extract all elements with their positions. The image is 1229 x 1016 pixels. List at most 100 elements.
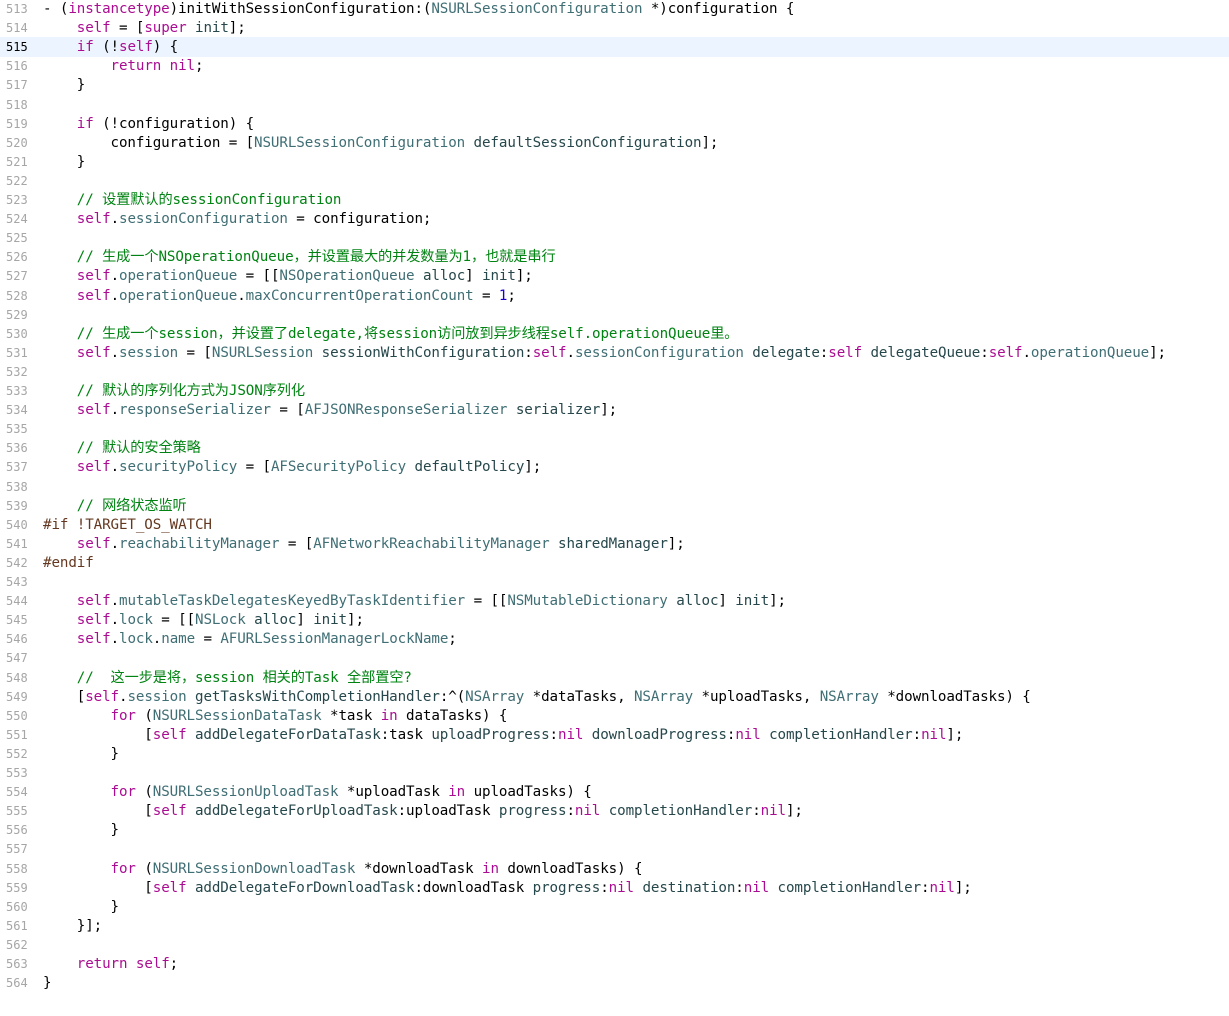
code-content: - (instancetype)initWithSessionConfigura… bbox=[43, 0, 794, 19]
code-line[interactable]: 535 bbox=[0, 419, 1229, 439]
code-line[interactable]: 553 bbox=[0, 763, 1229, 783]
code-line[interactable]: 522 bbox=[0, 171, 1229, 191]
method-token: alloc bbox=[676, 593, 719, 610]
line-number: 514 bbox=[6, 21, 28, 36]
code-line[interactable]: 564} bbox=[0, 973, 1229, 993]
keyword-token: for bbox=[110, 784, 136, 801]
code-line[interactable]: 556 } bbox=[0, 820, 1229, 840]
code-text: . bbox=[110, 459, 120, 476]
class-token: NSArray bbox=[819, 688, 879, 705]
code-line[interactable]: 552 } bbox=[0, 744, 1229, 764]
code-line[interactable]: 524 self.sessionConfiguration = configur… bbox=[0, 209, 1229, 229]
code-text: . bbox=[110, 211, 120, 228]
code-line[interactable]: 545 self.lock = [[NSLock alloc] init]; bbox=[0, 610, 1229, 630]
line-number: 532 bbox=[6, 364, 28, 379]
code-text: ]; bbox=[946, 726, 964, 743]
line-number: 550 bbox=[6, 708, 28, 723]
code-line[interactable]: 528 self.operationQueue.maxConcurrentOpe… bbox=[0, 286, 1229, 306]
code-line[interactable]: 540 #if !TARGET_OS_WATCH bbox=[0, 515, 1229, 535]
code-line[interactable]: 515 if (!self) { bbox=[0, 37, 1229, 58]
method-token: init bbox=[313, 612, 348, 629]
code-line[interactable]: 546 self.lock.name = AFURLSessionManager… bbox=[0, 629, 1229, 649]
code-text: ]; bbox=[954, 879, 972, 896]
code-line[interactable]: 550 for (NSURLSessionDataTask *task in d… bbox=[0, 706, 1229, 726]
code-text: = bbox=[195, 631, 221, 648]
property-token: session bbox=[119, 344, 179, 361]
code-text: . bbox=[110, 593, 120, 610]
line-number: 513 bbox=[6, 2, 28, 16]
code-line[interactable]: 539 // 网络状态监听 bbox=[0, 496, 1229, 516]
keyword-token: nil bbox=[921, 726, 947, 743]
code-text: *)configuration { bbox=[642, 1, 795, 17]
code-content: // 设置默认的sessionConfiguration bbox=[43, 190, 342, 210]
code-line[interactable]: 525 bbox=[0, 228, 1229, 248]
code-text: dataTasks) { bbox=[397, 707, 508, 724]
code-text: ]; bbox=[515, 268, 533, 285]
code-line[interactable]: 537 self.securityPolicy = [AFSecurityPol… bbox=[0, 457, 1229, 477]
code-line[interactable]: 516 return nil; bbox=[0, 56, 1229, 76]
code-editor[interactable]: 513 - (instancetype)initWithSessionConfig… bbox=[0, 0, 1229, 1016]
line-number: 547 bbox=[6, 651, 28, 666]
code-line[interactable]: 534 self.responseSerializer = [AFJSONRes… bbox=[0, 400, 1229, 420]
code-line[interactable]: 527 self.operationQueue = [[NSOperationQ… bbox=[0, 266, 1229, 286]
code-line[interactable]: 563 return self; bbox=[0, 954, 1229, 974]
line-number: 537 bbox=[6, 460, 28, 475]
code-line[interactable]: 523 // 设置默认的sessionConfiguration bbox=[0, 190, 1229, 210]
code-line[interactable]: 520 configuration = [NSURLSessionConfigu… bbox=[0, 133, 1229, 153]
code-line[interactable]: 536 // 默认的安全策略 bbox=[0, 438, 1229, 458]
method-token: addDelegateForUploadTask bbox=[194, 803, 398, 820]
code-line[interactable]: 521 } bbox=[0, 152, 1229, 172]
line-number: 519 bbox=[6, 116, 28, 131]
code-line[interactable]: 531 self.session = [NSURLSession session… bbox=[0, 343, 1229, 363]
code-line[interactable]: 530 // 生成一个session，并设置了delegate,将session… bbox=[0, 324, 1229, 344]
code-line[interactable]: 557 bbox=[0, 839, 1229, 859]
code-line[interactable]: 542 #endif bbox=[0, 553, 1229, 573]
code-line[interactable]: 551 [self addDelegateForDataTask:task up… bbox=[0, 725, 1229, 745]
code-line[interactable]: 562 bbox=[0, 935, 1229, 955]
code-line[interactable]: 543 bbox=[0, 572, 1229, 592]
code-line[interactable]: 517 } bbox=[0, 75, 1229, 95]
code-line[interactable]: 547 bbox=[0, 648, 1229, 668]
code-line[interactable]: 541 self.reachabilityManager = [AFNetwor… bbox=[0, 534, 1229, 554]
code-content: [self addDelegateForDownloadTask:downloa… bbox=[43, 878, 972, 898]
code-line[interactable]: 513 - (instancetype)initWithSessionConfig… bbox=[0, 0, 1229, 19]
code-line[interactable]: 533 // 默认的序列化方式为JSON序列化 bbox=[0, 381, 1229, 401]
code-content: } bbox=[43, 897, 120, 917]
code-line[interactable]: 544 self.mutableTaskDelegatesKeyedByTask… bbox=[0, 591, 1229, 611]
code-line[interactable]: 514 self = [super init]; bbox=[0, 18, 1229, 38]
preprocessor-token: #if !TARGET_OS_WATCH bbox=[43, 516, 212, 533]
code-line[interactable]: 529 bbox=[0, 305, 1229, 325]
code-line[interactable]: 548 // 这一步是将，session 相关的Task 全部置空? bbox=[0, 668, 1229, 688]
code-line[interactable]: 558 for (NSURLSessionDownloadTask *downl… bbox=[0, 859, 1229, 879]
code-text: ]; bbox=[667, 535, 685, 552]
code-line[interactable]: 518 bbox=[0, 95, 1229, 115]
code-line[interactable]: 559 [self addDelegateForDownloadTask:dow… bbox=[0, 878, 1229, 898]
keyword-token: for bbox=[110, 707, 136, 724]
code-text: ( bbox=[135, 707, 153, 724]
code-line[interactable]: 549 [self.session getTasksWithCompletion… bbox=[0, 687, 1229, 707]
code-line[interactable]: 519 if (!configuration) { bbox=[0, 114, 1229, 134]
keyword-token: nil bbox=[574, 803, 601, 820]
code-line[interactable]: 554 for (NSURLSessionUploadTask *uploadT… bbox=[0, 782, 1229, 802]
code-content: self.operationQueue.maxConcurrentOperati… bbox=[43, 286, 516, 306]
code-text: ]; bbox=[1149, 344, 1166, 361]
code-line[interactable]: 555 [self addDelegateForUploadTask:uploa… bbox=[0, 801, 1229, 821]
code-line[interactable]: 526 // 生成一个NSOperationQueue，并设置最大的并发数量为1… bbox=[0, 247, 1229, 267]
property-token: responseSerializer bbox=[119, 402, 271, 419]
method-token: progress bbox=[532, 879, 601, 896]
code-line[interactable]: 532 bbox=[0, 362, 1229, 382]
code-text: : bbox=[549, 726, 559, 743]
method-token: init bbox=[195, 20, 229, 37]
code-text: = [ bbox=[270, 402, 305, 419]
code-line[interactable]: 561 }]; bbox=[0, 916, 1229, 936]
line-number: 560 bbox=[6, 899, 28, 914]
code-line[interactable]: 538 bbox=[0, 477, 1229, 497]
code-line[interactable]: 560 } bbox=[0, 897, 1229, 917]
